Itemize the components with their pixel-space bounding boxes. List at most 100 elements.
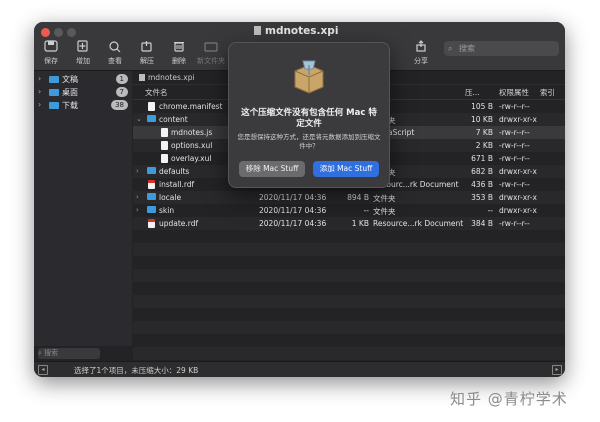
file-name: defaults [159, 167, 190, 176]
file-size: 10 KB [471, 115, 493, 124]
sidebar-item-downloads[interactable]: › 下载 38 [34, 99, 132, 112]
new-folder-button[interactable]: 新文件夹 [196, 40, 226, 66]
search-icon: ⌕ [38, 349, 42, 357]
file-name: chrome.manifest [159, 102, 223, 111]
sidebar-search-input[interactable]: ⌕ 搜索 [38, 348, 100, 359]
new-folder-icon [204, 42, 218, 52]
file-size: 353 B [471, 193, 493, 202]
minimize-window-button[interactable] [54, 28, 63, 37]
count-badge: 7 [115, 87, 128, 97]
table-row[interactable]: › locale 2020/11/17 04:36 894 B 文件夹 353 … [133, 191, 565, 204]
delete-button[interactable]: 删除 [164, 40, 194, 66]
count-badge: 1 [115, 74, 128, 84]
add-icon [77, 40, 88, 52]
empty-row [133, 282, 565, 295]
table-row[interactable]: update.rdf 2020/11/17 04:36 1 KB Resourc… [133, 217, 565, 230]
chevron-right-icon[interactable]: › [38, 100, 41, 109]
file-size: 682 B [471, 167, 493, 176]
chevron-right-icon[interactable]: › [136, 193, 139, 201]
folder-icon [147, 193, 156, 200]
add-button[interactable]: 增加 [68, 40, 98, 66]
file-size: 7 KB [475, 128, 493, 137]
save-button[interactable]: 保存 [36, 40, 66, 66]
status-bar: ◂ 选择了1个项目，未压缩大小：29 KB ▸ [34, 361, 565, 377]
file-size: -- [487, 206, 493, 215]
archive-icon [139, 74, 145, 81]
save-icon [44, 40, 58, 52]
column-index[interactable]: 索引 [540, 87, 555, 98]
file-permissions: -rw-r--r-- [499, 102, 530, 111]
file-size: 2 KB [475, 141, 493, 150]
empty-row [133, 321, 565, 334]
file-permissions: drwxr-xr-x [499, 167, 537, 176]
file-icon [161, 128, 168, 137]
chevron-right-icon[interactable]: › [136, 167, 139, 175]
file-date: 2020/11/17 04:36 [259, 206, 327, 215]
file-name: locale [159, 193, 182, 202]
add-label: 增加 [76, 57, 90, 65]
add-mac-stuff-button[interactable]: 添加 Mac Stuff [313, 161, 379, 177]
share-button[interactable]: 分享 [406, 40, 436, 66]
file-size: 436 B [471, 180, 493, 189]
search-input[interactable]: ⌕ 搜索 [444, 41, 559, 56]
file-permissions: -rw-r--r-- [499, 154, 530, 163]
folder-icon [147, 115, 156, 122]
chevron-right-icon[interactable]: › [136, 206, 139, 214]
dialog-title: 这个压缩文件没有包含任何 Mac 特定文件 [241, 108, 377, 129]
remove-mac-stuff-button[interactable]: 移除 Mac Stuff [239, 161, 305, 177]
file-permissions: drwxr-xr-x [499, 115, 537, 124]
empty-row [133, 295, 565, 308]
file-name: mdnotes.js [171, 128, 213, 137]
file-permissions: -rw-r--r-- [499, 180, 530, 189]
extract-button[interactable]: 解压 [132, 40, 162, 66]
view-button[interactable]: 查看 [100, 40, 130, 66]
share-icon [416, 40, 426, 52]
chevron-right-icon[interactable]: › [38, 87, 41, 96]
file-permissions: -rw-r--r-- [499, 219, 530, 228]
window-title-text: mdnotes.xpi [265, 25, 339, 37]
search-placeholder: 搜索 [459, 44, 476, 53]
info-toggle-icon[interactable]: ▸ [552, 365, 562, 375]
empty-row [133, 334, 565, 347]
file-date: 2020/11/17 04:36 [259, 219, 327, 228]
sidebar-toggle-icon[interactable]: ◂ [38, 365, 48, 375]
table-row[interactable]: › skin 2020/11/17 04:36 -- 文件夹 -- drwxr-… [133, 204, 565, 217]
close-window-button[interactable] [41, 28, 50, 37]
maximize-window-button[interactable] [67, 28, 76, 37]
sidebar-item-label: 文稿 [62, 75, 78, 84]
watermark: 知乎 @青柠学术 [450, 390, 568, 408]
sidebar-item-desktop[interactable]: › 桌面 7 [34, 86, 132, 99]
search-icon: ⌕ [448, 44, 453, 53]
file-icon [161, 154, 168, 163]
sidebar-item-documents[interactable]: › 文稿 1 [34, 73, 132, 86]
preview-icon [109, 41, 121, 52]
file-size: 384 B [471, 219, 493, 228]
file-name: update.rdf [159, 219, 199, 228]
folder-icon [49, 76, 59, 83]
mac-stuff-dialog: 这个压缩文件没有包含任何 Mac 特定文件 您是想保持这种方式，还是将元数据添加… [228, 42, 390, 188]
archive-box-icon [294, 60, 324, 94]
rdf-file-icon [148, 219, 155, 228]
extract-label: 解压 [140, 57, 154, 65]
file-permissions: drwxr-xr-x [499, 206, 537, 215]
column-compressed[interactable]: 压... [465, 87, 480, 98]
chevron-right-icon[interactable]: › [38, 74, 41, 83]
file-size: 671 B [471, 154, 493, 163]
empty-row [133, 230, 565, 243]
chevron-down-icon[interactable]: ⌄ [136, 115, 142, 123]
empty-row [133, 347, 565, 360]
column-permissions[interactable]: 权限属性 [499, 87, 529, 98]
sidebar: › 文稿 1 › 桌面 7 › 下载 38 [34, 71, 132, 346]
extract-icon [141, 41, 152, 52]
file-compressed-size: 1 KB [351, 219, 369, 228]
file-icon [148, 102, 155, 111]
column-name[interactable]: 文件名 [145, 87, 168, 98]
file-compressed-size: -- [363, 206, 369, 215]
folder-icon [49, 89, 59, 96]
new-folder-label: 新文件夹 [197, 57, 225, 65]
sidebar-item-label: 桌面 [62, 88, 78, 97]
status-text: 选择了1个项目，未压缩大小：29 KB [74, 366, 199, 375]
file-date: 2020/11/17 04:36 [259, 193, 327, 202]
folder-icon [49, 102, 59, 109]
share-label: 分享 [414, 57, 428, 65]
